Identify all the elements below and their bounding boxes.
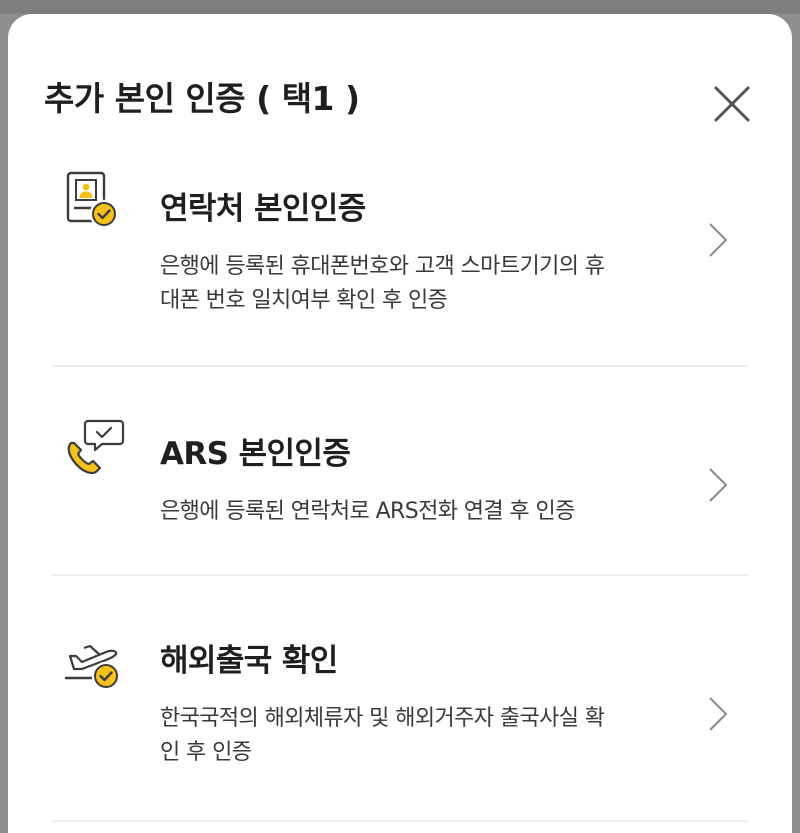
close-icon (714, 86, 750, 122)
option-contact-verification[interactable]: 연락처 본인인증 은행에 등록된 휴대폰번호와 고객 스마트기기의 휴 대폰 번… (52, 164, 748, 364)
sheet-title: 추가 본인 인증 ( 택1 ) (44, 79, 360, 118)
contact-verification-icon (62, 170, 126, 234)
option-title: ARS 본인인증 (160, 436, 351, 472)
divider (52, 574, 748, 576)
chevron-right-icon (709, 468, 728, 502)
bottom-sheet: 추가 본인 인증 ( 택1 ) 연락처 본인인증 은행에 등록된 휴대폰번호와 … (8, 14, 792, 833)
status-strip (0, 0, 800, 14)
option-description-line: 대폰 번호 일치여부 확인 후 인증 (160, 288, 448, 314)
option-description-line: 한국국적의 해외체류자 및 해외거주자 출국사실 확 (160, 706, 605, 731)
divider (52, 820, 748, 822)
chevron-right-icon (709, 697, 728, 731)
option-description-line: 인 후 인증 (160, 740, 252, 766)
option-description: 은행에 등록된 휴대폰번호와 고객 스마트기기의 휴 대폰 번호 일치여부 확인… (160, 250, 680, 318)
option-description: 은행에 등록된 연락처로 ARS전화 연결 후 인증 (160, 495, 680, 529)
divider (52, 365, 748, 367)
ars-phone-icon (62, 417, 126, 481)
screen: 추가 본인 인증 ( 택1 ) 연락처 본인인증 은행에 등록된 휴대폰번호와 … (0, 0, 800, 833)
option-title: 연락처 본인인증 (160, 191, 366, 227)
option-description-line: 은행에 등록된 휴대폰번호와 고객 스마트기기의 휴 (160, 254, 605, 279)
option-description: 한국국적의 해외체류자 및 해외거주자 출국사실 확 인 후 인증 (160, 702, 680, 770)
option-overseas-departure[interactable]: 해외출국 확인 한국국적의 해외체류자 및 해외거주자 출국사실 확 인 후 인… (52, 616, 748, 816)
option-ars-verification[interactable]: ARS 본인인증 은행에 등록된 연락처로 ARS전화 연결 후 인증 (52, 409, 748, 569)
option-title: 해외출국 확인 (160, 643, 338, 679)
close-button[interactable] (708, 80, 756, 128)
chevron-right-icon (709, 223, 728, 257)
option-description-line: 은행에 등록된 연락처로 ARS전화 연결 후 인증 (160, 499, 575, 524)
airplane-departure-icon (62, 628, 126, 692)
